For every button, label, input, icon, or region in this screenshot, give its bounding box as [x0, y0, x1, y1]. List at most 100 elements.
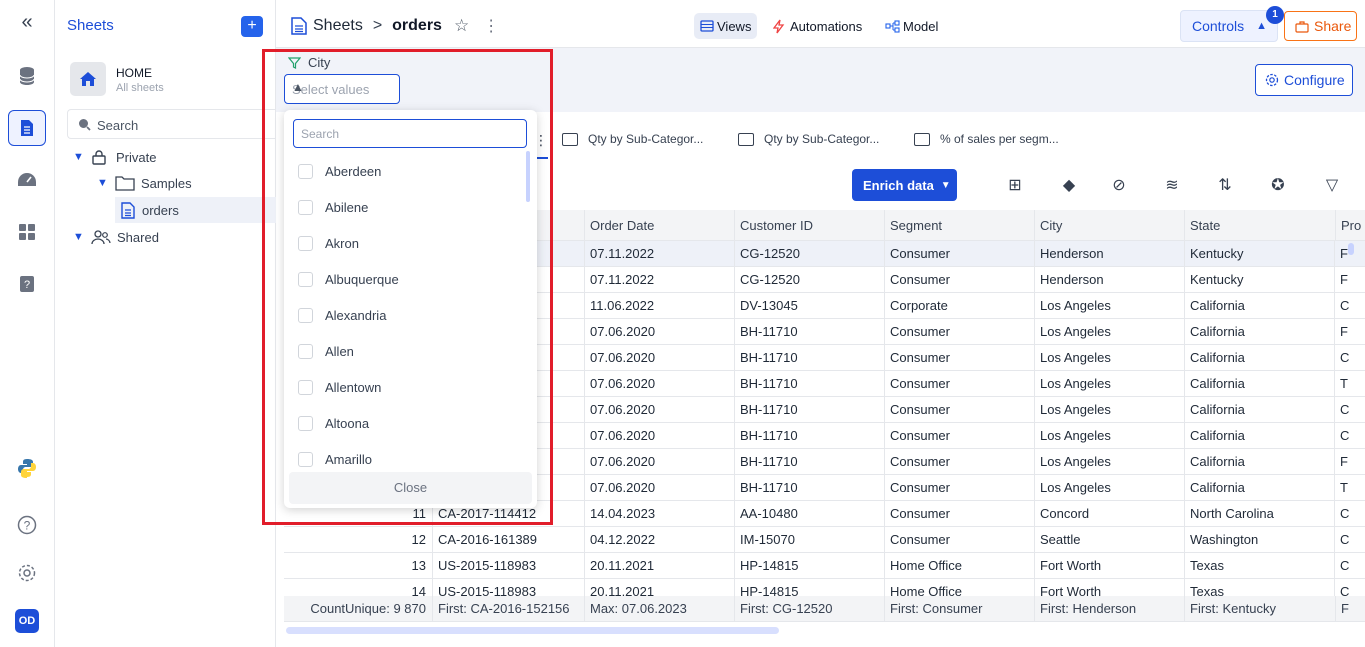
- medal-icon[interactable]: ✪: [1268, 176, 1288, 196]
- vertical-scrollbar[interactable]: [1348, 243, 1354, 255]
- table-cell[interactable]: C: [1334, 293, 1365, 318]
- settings-icon[interactable]: [8, 555, 46, 591]
- table-cell[interactable]: BH-11710: [734, 345, 884, 370]
- table-cell[interactable]: 07.06.2020: [584, 371, 734, 396]
- views-button[interactable]: Views: [694, 13, 758, 39]
- table-cell[interactable]: 07.06.2020: [584, 449, 734, 474]
- model-button[interactable]: Model: [879, 13, 944, 39]
- city-option[interactable]: Allen: [298, 333, 354, 369]
- table-cell[interactable]: DV-13045: [734, 293, 884, 318]
- table-cell[interactable]: Kentucky: [1184, 241, 1334, 266]
- header-cell[interactable]: State: [1184, 210, 1335, 240]
- table-cell[interactable]: T: [1334, 371, 1365, 396]
- table-cell[interactable]: Consumer: [884, 475, 1034, 500]
- tree-item-samples[interactable]: ▼ Samples: [97, 170, 276, 196]
- table-cell[interactable]: Consumer: [884, 423, 1034, 448]
- controls-button[interactable]: Controls ▲: [1180, 10, 1278, 42]
- table-cell[interactable]: Consumer: [884, 449, 1034, 474]
- help-icon[interactable]: ?: [8, 507, 46, 543]
- city-select[interactable]: Select values ▲: [284, 74, 400, 104]
- sort-icon[interactable]: ⇅: [1215, 176, 1235, 196]
- city-option[interactable]: Albuquerque: [298, 261, 399, 297]
- question-box-icon[interactable]: ?: [8, 266, 46, 302]
- table-cell[interactable]: Los Angeles: [1034, 449, 1184, 474]
- table-cell[interactable]: North Carolina: [1184, 501, 1334, 526]
- dashboard-icon[interactable]: [8, 162, 46, 198]
- table-cell[interactable]: C: [1334, 553, 1365, 578]
- table-cell[interactable]: CG-12520: [734, 241, 884, 266]
- table-cell[interactable]: Washington: [1184, 527, 1334, 552]
- home-link[interactable]: HOME All sheets: [70, 62, 265, 98]
- table-cell[interactable]: F: [1334, 319, 1365, 344]
- sidebar-search-input[interactable]: Search: [67, 109, 276, 139]
- table-cell[interactable]: Corporate: [884, 293, 1034, 318]
- table-cell[interactable]: Consumer: [884, 371, 1034, 396]
- grid-icon[interactable]: [8, 214, 46, 250]
- table-cell[interactable]: C: [1334, 397, 1365, 422]
- header-cell[interactable]: Pro: [1335, 210, 1365, 240]
- table-cell[interactable]: 14.04.2023: [584, 501, 734, 526]
- table-cell[interactable]: 07.11.2022: [584, 241, 734, 266]
- user-avatar[interactable]: OD: [15, 609, 39, 633]
- tree-item-orders[interactable]: orders: [115, 197, 276, 223]
- tree-item-shared[interactable]: ▼ Shared: [73, 224, 276, 250]
- collapse-icon[interactable]: «: [8, 4, 46, 40]
- table-cell[interactable]: CG-12520: [734, 267, 884, 292]
- table-cell[interactable]: California: [1184, 397, 1334, 422]
- tab-sales-per-segment[interactable]: % of sales per segm...: [914, 132, 1059, 146]
- add-column-icon[interactable]: ⊞: [1005, 176, 1025, 196]
- table-cell[interactable]: 07.11.2022: [584, 267, 734, 292]
- table-cell[interactable]: Consumer: [884, 267, 1034, 292]
- table-cell[interactable]: Los Angeles: [1034, 475, 1184, 500]
- chevron-down-icon[interactable]: ▼: [73, 231, 91, 243]
- dropdown-close-button[interactable]: Close: [289, 472, 532, 504]
- city-option[interactable]: Altoona: [298, 405, 369, 441]
- checkbox[interactable]: [298, 235, 313, 251]
- table-cell[interactable]: T: [1334, 475, 1365, 500]
- table-row[interactable]: 12 CA-2016-161389 04.12.2022 IM-15070 Consum…: [284, 527, 1365, 553]
- tab-qty-sub-category-2[interactable]: Qty by Sub-Categor...: [738, 132, 879, 146]
- table-cell[interactable]: 07.06.2020: [584, 319, 734, 344]
- table-cell[interactable]: F: [1334, 449, 1365, 474]
- table-cell[interactable]: BH-11710: [734, 449, 884, 474]
- table-cell[interactable]: 11.06.2022: [584, 293, 734, 318]
- checkbox[interactable]: [298, 307, 313, 323]
- sheet-icon[interactable]: [8, 110, 46, 146]
- table-cell[interactable]: BH-11710: [734, 319, 884, 344]
- table-cell[interactable]: IM-15070: [734, 527, 884, 552]
- checkbox[interactable]: [298, 271, 313, 287]
- checkbox[interactable]: [298, 379, 313, 395]
- checkbox[interactable]: [298, 451, 313, 467]
- table-cell[interactable]: C: [1334, 345, 1365, 370]
- table-cell[interactable]: Fort Worth: [1034, 553, 1184, 578]
- table-cell[interactable]: 20.11.2021: [584, 553, 734, 578]
- chevron-down-icon[interactable]: ▼: [97, 177, 115, 189]
- order-id-cell[interactable]: CA-2016-161389: [432, 527, 584, 552]
- city-option[interactable]: Aberdeen: [298, 153, 381, 189]
- table-cell[interactable]: C: [1334, 527, 1365, 552]
- star-icon[interactable]: ☆: [454, 16, 469, 36]
- table-cell[interactable]: California: [1184, 319, 1334, 344]
- dropdown-search-input[interactable]: Search: [293, 119, 527, 148]
- python-icon[interactable]: [8, 450, 46, 486]
- horizontal-scrollbar[interactable]: [286, 627, 779, 634]
- tree-item-private[interactable]: ▼ Private: [73, 144, 276, 170]
- table-cell[interactable]: BH-11710: [734, 423, 884, 448]
- header-cell[interactable]: City: [1034, 210, 1184, 240]
- table-row[interactable]: 13 US-2015-118983 20.11.2021 HP-14815 Home O…: [284, 553, 1365, 579]
- enrich-data-button[interactable]: Enrich data ▼: [852, 169, 957, 201]
- table-cell[interactable]: 04.12.2022: [584, 527, 734, 552]
- table-cell[interactable]: Los Angeles: [1034, 319, 1184, 344]
- table-cell[interactable]: California: [1184, 345, 1334, 370]
- table-cell[interactable]: AA-10480: [734, 501, 884, 526]
- table-cell[interactable]: Los Angeles: [1034, 371, 1184, 396]
- table-cell[interactable]: Consumer: [884, 527, 1034, 552]
- checkbox[interactable]: [298, 199, 313, 215]
- table-cell[interactable]: Henderson: [1034, 241, 1184, 266]
- add-sheet-button[interactable]: +: [241, 16, 263, 37]
- header-cell[interactable]: Customer ID: [734, 210, 884, 240]
- more-options-icon[interactable]: ⋮: [483, 16, 499, 36]
- table-cell[interactable]: BH-11710: [734, 397, 884, 422]
- header-cell[interactable]: Segment: [884, 210, 1034, 240]
- city-option[interactable]: Allentown: [298, 369, 381, 405]
